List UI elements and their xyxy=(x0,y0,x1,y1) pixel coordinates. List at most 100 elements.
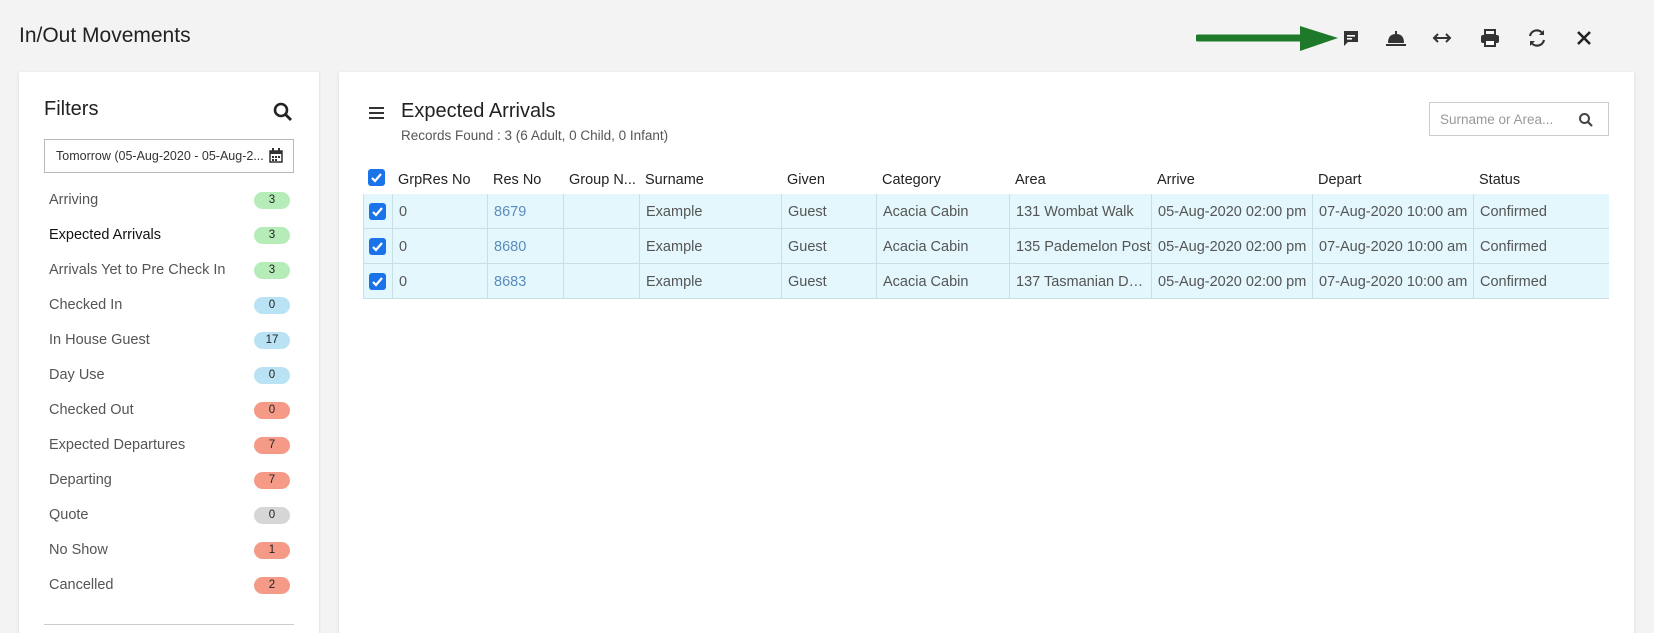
row-checkbox[interactable] xyxy=(369,203,386,220)
table-header: GrpRes No Res No Group N... Surname Give… xyxy=(363,164,1609,194)
cell-group-name xyxy=(563,194,639,228)
count-badge: 3 xyxy=(254,192,290,209)
column-header-surname[interactable]: Surname xyxy=(639,164,781,194)
select-all-cell xyxy=(363,164,392,194)
top-bar: In/Out Movements xyxy=(0,0,1654,72)
filter-item-label: In House Guest xyxy=(49,332,150,348)
column-header-depart[interactable]: Depart xyxy=(1312,164,1473,194)
cell-group-name xyxy=(563,264,639,298)
filter-item-quote[interactable]: Quote 0 xyxy=(19,497,319,532)
cell-arrive: 05-Aug-2020 02:00 pm xyxy=(1151,264,1312,298)
filter-item-label: Arriving xyxy=(49,192,99,208)
cell-given: Guest xyxy=(781,264,876,298)
cell-surname: Example xyxy=(639,229,781,263)
cell-given: Guest xyxy=(781,229,876,263)
table-row[interactable]: 0 8679 Example Guest Acacia Cabin 131 Wo… xyxy=(363,194,1609,229)
close-icon[interactable] xyxy=(1569,24,1599,52)
cell-arrive: 05-Aug-2020 02:00 pm xyxy=(1151,229,1312,263)
table-row[interactable]: 0 8683 Example Guest Acacia Cabin 137 Ta… xyxy=(363,264,1609,299)
calendar-icon xyxy=(269,148,283,163)
filter-item-day-use[interactable]: Day Use 0 xyxy=(19,357,319,392)
filter-item-cancelled[interactable]: Cancelled 2 xyxy=(19,567,319,602)
filter-item-expected-arrivals[interactable]: Expected Arrivals 3 xyxy=(19,217,319,252)
filter-item-label: Departing xyxy=(49,472,112,488)
filter-item-arrivals-yet-to-pre-check-in[interactable]: Arrivals Yet to Pre Check In 3 xyxy=(19,252,319,287)
filter-item-label: Quote xyxy=(49,507,89,523)
column-header-grpres-no[interactable]: GrpRes No xyxy=(392,164,487,194)
bell-icon[interactable] xyxy=(1381,24,1411,52)
search-icon[interactable] xyxy=(271,100,295,124)
column-header-arrive[interactable]: Arrive xyxy=(1151,164,1312,194)
cell-status: Confirmed xyxy=(1473,229,1609,263)
date-range-value: Tomorrow (05-Aug-2020 - 05-Aug-2... xyxy=(56,149,264,163)
cell-group-name xyxy=(563,229,639,263)
cell-category: Acacia Cabin xyxy=(876,264,1009,298)
cell-surname: Example xyxy=(639,194,781,228)
surname-area-search-input[interactable] xyxy=(1440,110,1570,128)
page-title: In/Out Movements xyxy=(19,24,191,47)
records-found: Records Found : 3 (6 Adult, 0 Child, 0 I… xyxy=(401,128,669,143)
cell-grpres-no: 0 xyxy=(392,264,487,298)
results-panel: Expected Arrivals Records Found : 3 (6 A… xyxy=(339,72,1634,633)
cell-category: Acacia Cabin xyxy=(876,194,1009,228)
cell-arrive: 05-Aug-2020 02:00 pm xyxy=(1151,194,1312,228)
column-header-res-no[interactable]: Res No xyxy=(487,164,563,194)
filter-item-label: Checked Out xyxy=(49,402,134,418)
count-badge: 0 xyxy=(254,507,290,524)
cell-grpres-no: 0 xyxy=(392,229,487,263)
filter-item-label: Checked In xyxy=(49,297,123,313)
row-checkbox[interactable] xyxy=(369,238,386,255)
annotation-arrow xyxy=(1196,26,1338,51)
resize-icon[interactable] xyxy=(1427,24,1457,52)
cell-area: 137 Tasmanian Dev... xyxy=(1009,264,1151,298)
filter-item-label: Day Use xyxy=(49,367,105,383)
filters-title: Filters xyxy=(44,98,99,120)
results-title: Expected Arrivals xyxy=(401,100,556,122)
divider xyxy=(44,624,294,625)
count-badge: 1 xyxy=(254,542,290,559)
count-badge: 3 xyxy=(254,262,290,279)
count-badge: 0 xyxy=(254,402,290,419)
filter-item-label: Arrivals Yet to Pre Check In xyxy=(49,262,226,278)
count-badge: 7 xyxy=(254,437,290,454)
cell-area: 135 Pademelon Post xyxy=(1009,229,1151,263)
filter-item-arriving[interactable]: Arriving 3 xyxy=(19,182,319,217)
search-box xyxy=(1429,102,1609,136)
filter-item-expected-departures[interactable]: Expected Departures 7 xyxy=(19,427,319,462)
print-icon[interactable] xyxy=(1475,24,1505,52)
res-no-link[interactable]: 8683 xyxy=(487,264,563,298)
cell-status: Confirmed xyxy=(1473,264,1609,298)
column-header-given[interactable]: Given xyxy=(781,164,876,194)
search-icon[interactable] xyxy=(1578,112,1594,128)
count-badge: 17 xyxy=(254,332,290,349)
cell-surname: Example xyxy=(639,264,781,298)
cell-status: Confirmed xyxy=(1473,194,1609,228)
row-checkbox[interactable] xyxy=(369,273,386,290)
filter-item-in-house-guest[interactable]: In House Guest 17 xyxy=(19,322,319,357)
filter-item-label: Expected Departures xyxy=(49,437,186,453)
column-header-group-name[interactable]: Group N... xyxy=(563,164,639,194)
filter-item-checked-in[interactable]: Checked In 0 xyxy=(19,287,319,322)
cell-depart: 07-Aug-2020 10:00 am xyxy=(1312,264,1473,298)
refresh-icon[interactable] xyxy=(1522,24,1552,52)
table-row[interactable]: 0 8680 Example Guest Acacia Cabin 135 Pa… xyxy=(363,229,1609,264)
res-no-link[interactable]: 8680 xyxy=(487,229,563,263)
cell-depart: 07-Aug-2020 10:00 am xyxy=(1312,229,1473,263)
row-select-cell xyxy=(363,229,392,263)
cell-depart: 07-Aug-2020 10:00 am xyxy=(1312,194,1473,228)
column-header-status[interactable]: Status xyxy=(1473,164,1609,194)
column-header-category[interactable]: Category xyxy=(876,164,1009,194)
res-no-link[interactable]: 8679 xyxy=(487,194,563,228)
filter-item-checked-out[interactable]: Checked Out 0 xyxy=(19,392,319,427)
column-header-area[interactable]: Area xyxy=(1009,164,1151,194)
count-badge: 7 xyxy=(254,472,290,489)
filter-item-departing[interactable]: Departing 7 xyxy=(19,462,319,497)
filter-list: Arriving 3 Expected Arrivals 3 Arrivals Ye… xyxy=(19,182,319,602)
count-badge: 0 xyxy=(254,367,290,384)
date-range-picker[interactable]: Tomorrow (05-Aug-2020 - 05-Aug-2... xyxy=(44,139,294,173)
menu-icon[interactable] xyxy=(367,104,387,122)
row-select-cell xyxy=(363,194,392,228)
comment-icon[interactable] xyxy=(1336,24,1366,52)
select-all-checkbox[interactable] xyxy=(368,169,385,186)
filter-item-no-show[interactable]: No Show 1 xyxy=(19,532,319,567)
